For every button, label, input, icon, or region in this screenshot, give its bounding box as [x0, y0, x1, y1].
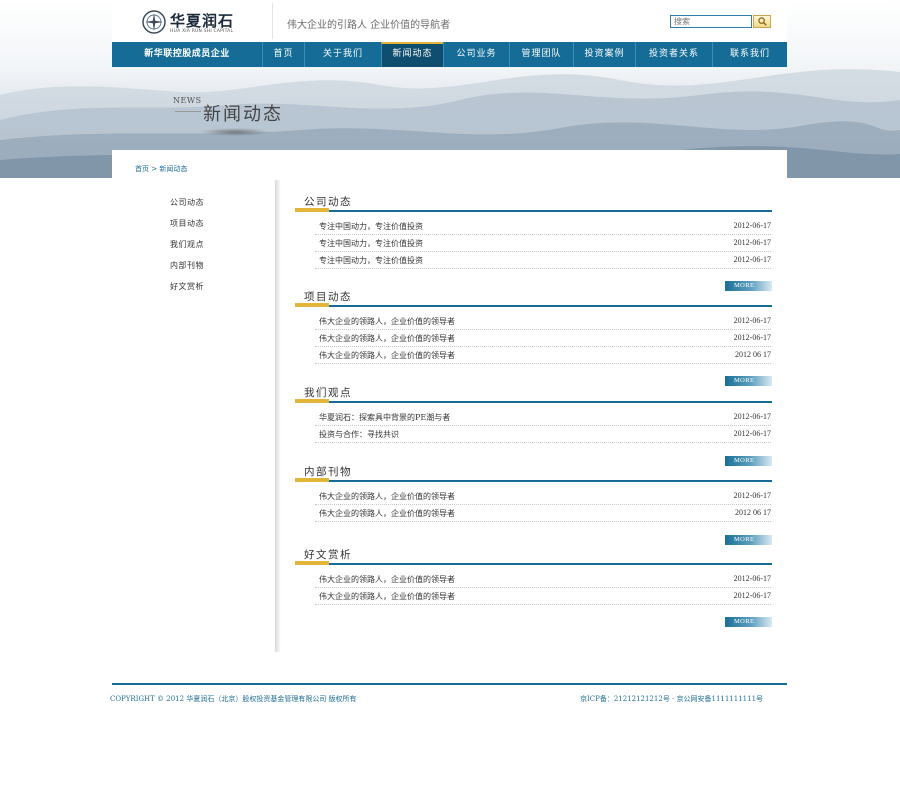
nav-item-about[interactable]: 关于我们	[304, 42, 381, 67]
list-item-date: 2012 06 17	[735, 350, 771, 359]
list-item-date: 2012-06-17	[733, 591, 771, 600]
list-item[interactable]: 伟大企业的领路人，企业价值的领导者 2012-06-17	[315, 330, 771, 347]
more-button[interactable]: MORE	[725, 535, 772, 545]
sidebar-item-our-views[interactable]: 我们观点	[170, 239, 204, 250]
nav-item-home[interactable]: 首页	[262, 42, 304, 67]
header-divider	[272, 3, 273, 39]
list-item-title[interactable]: 华夏润石：探索具中背景的PE潮与者	[319, 412, 450, 423]
section-internal-publications: 内部刊物 伟大企业的领路人，企业价值的领导者 2012-06-17 伟大企业的领…	[295, 464, 772, 549]
sidebar-item-project-news[interactable]: 项目动态	[170, 218, 204, 229]
logo-subtext: HUA XIA RUN SHI CAPITAL	[170, 29, 234, 34]
list-item-title[interactable]: 专注中国动力，专注价值投资	[319, 238, 423, 249]
main-content: 首页 > 新闻动态 公司动态 项目动态 我们观点 内部刊物 好文赏析 公司动态 …	[112, 150, 787, 655]
list-item-date: 2012-06-17	[733, 316, 771, 325]
slogan: 伟大企业的引路人 企业价值的导航者	[287, 20, 451, 31]
section-rule-accent	[295, 561, 329, 565]
search-icon	[757, 17, 767, 26]
list-item[interactable]: 专注中国动力，专注价值投资 2012-06-17	[315, 218, 771, 235]
main-nav: 新华联控股成员企业 首页 关于我们 新闻动态 公司业务 管理团队 投资案例 投资…	[112, 42, 787, 67]
sidebar: 公司动态 项目动态 我们观点 内部刊物 好文赏析	[112, 180, 275, 652]
nav-item-business[interactable]: 公司业务	[443, 42, 509, 67]
list-item[interactable]: 伟大企业的领路人，企业价值的领导者 2012 06 17	[315, 347, 771, 364]
search-button[interactable]	[753, 15, 771, 28]
list-item-date: 2012-06-17	[733, 333, 771, 342]
section-title: 好文赏析	[304, 549, 352, 561]
section-rule	[295, 401, 772, 403]
nav-item-cases[interactable]: 投资案例	[573, 42, 635, 67]
list-item-title[interactable]: 伟大企业的领路人，企业价值的领导者	[319, 491, 455, 502]
section-rule	[295, 563, 772, 565]
nav-item-team[interactable]: 管理团队	[509, 42, 573, 67]
list-item[interactable]: 华夏润石：探索具中背景的PE潮与者 2012-06-17	[315, 409, 771, 426]
footer-icp: 京ICP备：21212121212号 · 京公网安备1111111111号	[580, 695, 764, 703]
list-item-date: 2012-06-17	[733, 574, 771, 583]
news-cn-label: 新闻动态	[203, 104, 283, 125]
list-item-title[interactable]: 伟大企业的领路人，企业价值的领导者	[319, 333, 455, 344]
section-company-news: 公司动态 专注中国动力，专注价值投资 2012-06-17 专注中国动力，专注价…	[295, 194, 772, 294]
logo-icon[interactable]	[142, 10, 166, 34]
section-rule-accent	[295, 399, 329, 403]
list-item-date: 2012 06 17	[735, 508, 771, 517]
list-item[interactable]: 专注中国动力，专注价值投资 2012-06-17	[315, 235, 771, 252]
list-item[interactable]: 伟大企业的领路人，企业价值的领导者 2012-06-17	[315, 571, 771, 588]
list-item[interactable]: 专注中国动力，专注价值投资 2012-06-17	[315, 252, 771, 269]
sidebar-shadow	[275, 180, 281, 652]
logo-text[interactable]: 华夏润石	[170, 10, 234, 31]
nav-item-investor[interactable]: 投资者关系	[635, 42, 712, 67]
footer-rule	[112, 683, 787, 685]
list-item-date: 2012-06-17	[733, 238, 771, 247]
list-item[interactable]: 投资与合作：寻找共识 2012-06-17	[315, 426, 771, 443]
section-rule	[295, 210, 772, 212]
section-rule-accent	[295, 478, 329, 482]
list-item[interactable]: 伟大企业的领路人，企业价值的领导者 2012-06-17	[315, 588, 771, 605]
list-item-title[interactable]: 投资与合作：寻找共识	[319, 429, 399, 440]
section-project-news: 项目动态 伟大企业的领路人，企业价值的领导者 2012-06-17 伟大企业的领…	[295, 289, 772, 389]
list-item-title[interactable]: 伟大企业的领路人，企业价值的领导者	[319, 316, 455, 327]
list-item-title[interactable]: 伟大企业的领路人，企业价值的领导者	[319, 591, 455, 602]
list-item-date: 2012-06-17	[733, 412, 771, 421]
breadcrumb[interactable]: 首页 > 新闻动态	[135, 164, 187, 174]
list-item-date: 2012-06-17	[733, 429, 771, 438]
more-button[interactable]: MORE	[725, 617, 772, 627]
section-rule-accent	[295, 208, 329, 212]
list-item-title[interactable]: 伟大企业的领路人，企业价值的领导者	[319, 350, 455, 361]
list-item-title[interactable]: 伟大企业的领路人，企业价值的领导者	[319, 508, 455, 519]
section-rule	[295, 305, 772, 307]
section-title: 项目动态	[304, 291, 352, 303]
news-label-shadow	[200, 128, 270, 136]
sidebar-item-article-appreciation[interactable]: 好文赏析	[170, 281, 204, 292]
list-item-title[interactable]: 专注中国动力，专注价值投资	[319, 255, 423, 266]
sidebar-item-internal-publications[interactable]: 内部刊物	[170, 260, 204, 271]
sidebar-item-company-news[interactable]: 公司动态	[170, 197, 204, 208]
list-item-title[interactable]: 专注中国动力，专注价值投资	[319, 221, 423, 232]
news-en-label: NEWS	[173, 96, 202, 105]
list-item-date: 2012-06-17	[733, 221, 771, 230]
section-title: 公司动态	[304, 196, 352, 208]
news-label-line	[175, 111, 201, 112]
section-title: 内部刊物	[304, 466, 352, 478]
section-our-views: 我们观点 华夏润石：探索具中背景的PE潮与者 2012-06-17 投资与合作：…	[295, 385, 772, 470]
list-item-date: 2012-06-17	[733, 491, 771, 500]
list-item[interactable]: 伟大企业的领路人，企业价值的领导者 2012-06-17	[315, 313, 771, 330]
nav-item-news[interactable]: 新闻动态	[381, 42, 443, 67]
list-item[interactable]: 伟大企业的领路人，企业价值的领导者 2012 06 17	[315, 505, 771, 522]
list-item[interactable]: 伟大企业的领路人，企业价值的领导者 2012-06-17	[315, 488, 771, 505]
section-title: 我们观点	[304, 387, 352, 399]
nav-brand: 新华联控股成员企业	[144, 49, 230, 59]
site-header: 华夏润石 HUA XIA RUN SHI CAPITAL 伟大企业的引路人 企业…	[112, 0, 787, 42]
section-rule-accent	[295, 303, 329, 307]
footer-copyright: COPYRIGHT © 2012 华夏润石（北京）股权投资基金管理有限公司 版权…	[110, 695, 357, 703]
section-rule	[295, 480, 772, 482]
section-article-appreciation: 好文赏析 伟大企业的领路人，企业价值的领导者 2012-06-17 伟大企业的领…	[295, 547, 772, 632]
nav-items: 首页 关于我们 新闻动态 公司业务 管理团队 投资案例 投资者关系 联系我们	[262, 42, 787, 67]
list-item-title[interactable]: 伟大企业的领路人，企业价值的领导者	[319, 574, 455, 585]
nav-item-contact[interactable]: 联系我们	[712, 42, 787, 67]
list-item-date: 2012-06-17	[733, 255, 771, 264]
search-input[interactable]	[670, 15, 752, 28]
